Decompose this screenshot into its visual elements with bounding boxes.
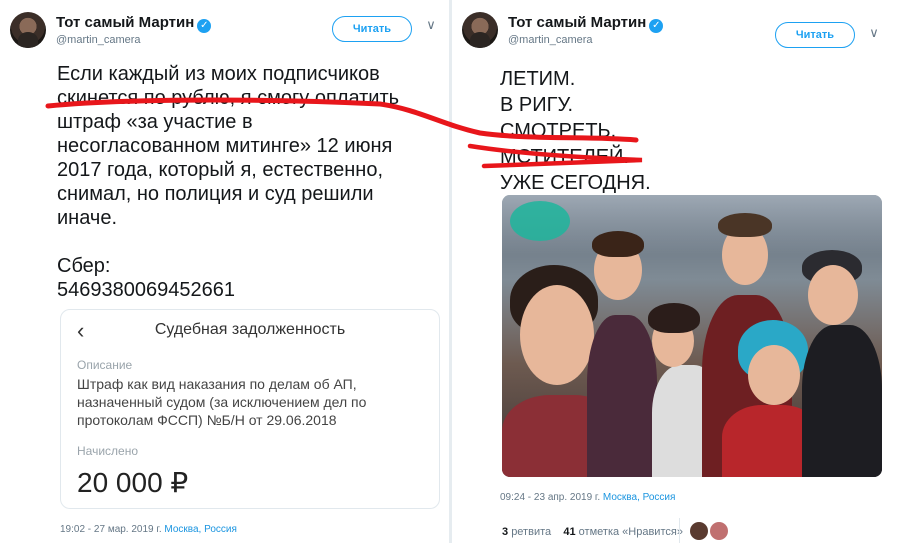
- timestamp-text[interactable]: 19:02 - 27 мар. 2019 г.: [60, 524, 162, 535]
- tweet-text-line: В РИГУ.: [500, 94, 574, 116]
- chevron-down-icon[interactable]: ∨: [867, 26, 881, 40]
- author-name[interactable]: Тот самый Мартин ✓: [56, 14, 212, 33]
- photo-person: [802, 325, 882, 477]
- amount-value: 20 000 ₽: [77, 467, 189, 498]
- timestamp-text[interactable]: 09:24 - 23 апр. 2019 г.: [500, 492, 600, 503]
- author-name[interactable]: Тот самый Мартин ✓: [508, 14, 664, 33]
- card-number: 5469380069452661: [57, 279, 235, 301]
- amount-label: Начислено: [77, 444, 139, 458]
- tweet-text-line: МСТИТЕЛЕЙ.: [500, 146, 629, 168]
- avatar[interactable]: [462, 12, 498, 48]
- stats-divider: [679, 518, 680, 543]
- description-label: Описание: [77, 358, 133, 372]
- tweet-text-line: Если каждый из моих подписчиков: [57, 63, 380, 85]
- retweets-label[interactable]: ретвита: [511, 526, 551, 538]
- author-name-text[interactable]: Тот самый Мартин: [56, 14, 194, 31]
- retweets-count[interactable]: 3: [502, 526, 508, 538]
- verified-badge-icon: ✓: [197, 19, 212, 33]
- tweet-left: Тот самый Мартин ✓ @martin_camera Читать …: [0, 0, 450, 543]
- tweet-text-line: снимал, но полиция и суд решили: [57, 183, 374, 205]
- tweet-text-line: СМОТРЕТЬ.: [500, 120, 617, 142]
- tweet-text: Если каждый из моих подписчиков скинется…: [57, 62, 399, 302]
- tweet-stats: 3 ретвита 41 отметка «Нравится»: [502, 526, 683, 538]
- photo-person: [748, 345, 800, 405]
- tweet-photo[interactable]: [502, 195, 882, 477]
- photo-person: [718, 213, 772, 237]
- tweet-header: Тот самый Мартин ✓ @martin_camera Читать …: [462, 12, 890, 52]
- author-name-text[interactable]: Тот самый Мартин: [508, 14, 646, 31]
- photo-person: [808, 265, 858, 325]
- description-line: назначенный судом (за исключением дел по: [77, 394, 367, 410]
- tweet-text-line: ЛЕТИМ.: [500, 68, 576, 90]
- tweet-timestamp: 19:02 - 27 мар. 2019 г. Москва, Россия: [60, 524, 237, 535]
- tweet-header: Тот самый Мартин ✓ @martin_camera Читать …: [10, 12, 440, 52]
- chevron-down-icon[interactable]: ∨: [424, 18, 438, 32]
- follow-button[interactable]: Читать: [332, 16, 412, 42]
- tweet-timestamp: 09:24 - 23 апр. 2019 г. Москва, Россия: [500, 492, 675, 503]
- likes-count[interactable]: 41: [563, 526, 575, 538]
- avatar[interactable]: [10, 12, 46, 48]
- tweet-text-line: штраф «за участие в: [57, 111, 253, 133]
- embedded-debt-card: ‹ Судебная задолженность Описание Штраф …: [60, 309, 440, 509]
- tweet-right: Тот самый Мартин ✓ @martin_camera Читать …: [452, 0, 900, 543]
- bank-label: Сбер:: [57, 255, 111, 277]
- tweet-text-line: иначе.: [57, 207, 117, 229]
- location-link[interactable]: Москва, Россия: [164, 524, 237, 535]
- liker-avatar[interactable]: [690, 522, 708, 540]
- tweet-text-line: скинется по рублю, я смогу оплатить: [57, 87, 400, 109]
- tweet-text-line: УЖЕ СЕГОДНЯ.: [500, 172, 651, 194]
- description-line: протоколам ФССП) №Б/Н от 29.06.2018: [77, 412, 337, 428]
- description-text: Штраф как вид наказания по делам об АП, …: [77, 375, 422, 429]
- photo-sign: [510, 201, 570, 241]
- photo-person: [520, 285, 594, 385]
- photo-person: [592, 231, 644, 257]
- photo-person: [648, 303, 700, 333]
- description-line: Штраф как вид наказания по делам об АП,: [77, 376, 357, 392]
- photo-person: [587, 315, 657, 477]
- author-handle[interactable]: @martin_camera: [508, 34, 593, 46]
- likes-label[interactable]: отметка «Нравится»: [579, 526, 683, 538]
- tweet-text-line: несогласованном митинге» 12 июня: [57, 135, 393, 157]
- follow-button[interactable]: Читать: [775, 22, 855, 48]
- card-title: Судебная задолженность: [154, 321, 346, 338]
- verified-badge-icon: ✓: [649, 19, 664, 33]
- location-link[interactable]: Москва, Россия: [603, 492, 676, 503]
- author-handle[interactable]: @martin_camera: [56, 34, 141, 46]
- tweet-text-line: 2017 года, который я, естественно,: [57, 159, 384, 181]
- tweet-text: ЛЕТИМ. В РИГУ. СМОТРЕТЬ. МСТИТЕЛЕЙ. УЖЕ …: [500, 66, 651, 196]
- liker-avatar[interactable]: [710, 522, 728, 540]
